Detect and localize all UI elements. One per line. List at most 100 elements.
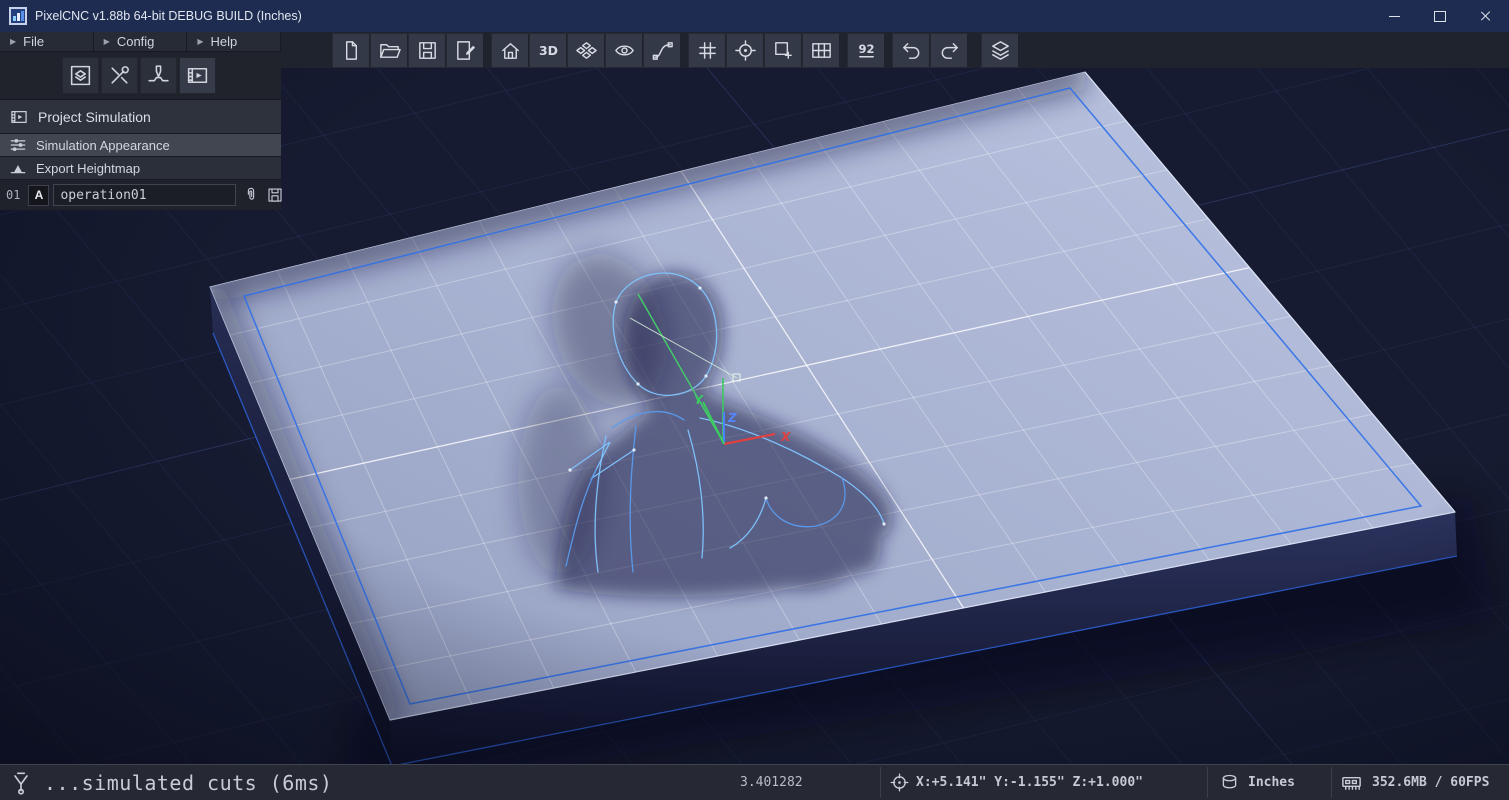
view-3d-button[interactable]: 3D <box>529 32 567 68</box>
export-heightmap-row[interactable]: Export Heightmap <box>0 157 281 180</box>
maximize-button[interactable] <box>1417 0 1463 32</box>
app-icon <box>9 7 27 25</box>
menu-config[interactable]: ▶ Config <box>93 32 188 52</box>
close-button[interactable] <box>1463 0 1509 32</box>
add-region-button[interactable] <box>764 32 802 68</box>
cutter-mode-icon <box>148 65 169 82</box>
paperclip-icon <box>248 187 255 200</box>
origin-crosshair-icon <box>734 39 756 61</box>
grid-icon <box>698 41 716 59</box>
left-panel: Project Simulation Simulation Appearance… <box>0 52 284 210</box>
svg-text:92: 92 <box>858 41 874 55</box>
operation-row: 01 A <box>0 180 284 210</box>
layer-stack-icon <box>991 40 1009 60</box>
simulation-mode-icon <box>187 67 208 84</box>
status-divider <box>880 767 881 798</box>
export-heightmap-label: Export Heightmap <box>36 160 141 176</box>
undo-icon <box>902 42 919 59</box>
units-cylinder-icon <box>1222 774 1237 789</box>
axis-y-label: Y <box>694 393 704 407</box>
home-view-button[interactable] <box>491 32 529 68</box>
close-icon <box>1480 10 1492 22</box>
add-box-icon <box>774 41 792 59</box>
eye-icon <box>614 44 634 56</box>
menu-caret-icon: ▶ <box>10 37 17 46</box>
curve-icon <box>652 41 673 60</box>
mesh-view-button[interactable] <box>567 32 605 68</box>
save-file-button[interactable] <box>408 32 446 68</box>
main-toolbar: 3D 92 <box>332 32 1026 68</box>
new-file-button[interactable] <box>332 32 370 68</box>
feed-speed-button[interactable]: 92 <box>847 32 885 68</box>
array-copy-button[interactable] <box>802 32 840 68</box>
menu-help-label: Help <box>210 34 238 49</box>
mode-simulation-button[interactable] <box>179 57 216 94</box>
maximize-icon <box>1434 10 1446 22</box>
simulation-appearance-label: Simulation Appearance <box>36 137 170 153</box>
operation-attach-button[interactable] <box>242 186 260 204</box>
layer-stack-button[interactable] <box>981 32 1019 68</box>
redo-button[interactable] <box>930 32 968 68</box>
menu-config-label: Config <box>116 34 155 49</box>
minimize-button[interactable] <box>1371 0 1417 32</box>
visibility-button[interactable] <box>605 32 643 68</box>
mode-cutter-button[interactable] <box>140 57 177 94</box>
redo-icon <box>941 42 958 59</box>
open-file-button[interactable] <box>370 32 408 68</box>
sliders-icon <box>10 139 26 151</box>
tools-mode-icon <box>111 66 129 84</box>
project-simulation-label: Project Simulation <box>38 108 151 125</box>
menu-file[interactable]: ▶ File <box>0 32 94 52</box>
axis-x-label: X <box>780 430 791 444</box>
array-grid-icon <box>811 42 831 58</box>
operation-asset-button[interactable]: A <box>28 184 50 206</box>
save-small-icon <box>268 188 283 202</box>
status-divider <box>1331 767 1332 798</box>
mode-tabs <box>0 52 281 100</box>
minimize-icon <box>1388 15 1400 17</box>
status-value: 3.401282 <box>740 775 803 790</box>
title-bar: PixelCNC v1.88b 64-bit DEBUG BUILD (Inch… <box>0 0 1509 32</box>
performance-readout: 352.6MB / 60FPS <box>1372 775 1490 790</box>
menu-bar: ▶ File ▶ Config ▶ Help <box>0 32 282 52</box>
axis-z-label: Z <box>727 411 737 425</box>
film-icon <box>11 110 27 123</box>
save-icon <box>418 41 436 59</box>
simulation-appearance-row[interactable]: Simulation Appearance <box>0 134 281 157</box>
svg-text:3D: 3D <box>539 42 558 57</box>
menu-help[interactable]: ▶ Help <box>187 32 282 52</box>
curve-edit-button[interactable] <box>643 32 681 68</box>
operation-index: 01 <box>6 188 21 202</box>
mode-layers-button[interactable] <box>62 57 99 94</box>
activity-icon <box>14 771 28 795</box>
menu-caret-icon: ▶ <box>197 37 204 46</box>
menu-caret-icon: ▶ <box>103 37 110 46</box>
edit-file-button[interactable] <box>446 32 484 68</box>
status-bar: ...simulated cuts (6ms) 3.401282 X:+5.14… <box>0 764 1509 800</box>
operation-name-input[interactable] <box>53 184 237 206</box>
open-folder-icon <box>379 43 401 58</box>
undo-button[interactable] <box>892 32 930 68</box>
home-icon <box>501 42 519 59</box>
operation-save-button[interactable] <box>266 186 284 204</box>
layers-mode-icon <box>70 65 91 86</box>
memory-icon <box>1342 776 1361 790</box>
window-title: PixelCNC v1.88b 64-bit DEBUG BUILD (Inch… <box>35 9 302 23</box>
mode-tools-button[interactable] <box>101 57 138 94</box>
crosshair-icon <box>890 773 909 792</box>
project-simulation-header[interactable]: Project Simulation <box>0 100 281 134</box>
origin-button[interactable] <box>726 32 764 68</box>
status-message: ...simulated cuts (6ms) <box>44 770 333 795</box>
mesh-icon <box>575 41 597 59</box>
3d-view-icon: 3D <box>539 42 558 57</box>
edit-document-icon <box>456 40 475 60</box>
new-file-icon <box>345 40 357 60</box>
status-divider <box>1207 767 1208 798</box>
feed-speed-icon: 92 <box>858 41 874 57</box>
pixelcnc-window: X Y Z PixelCNC v1.88b 64-bit DEBUG BUILD… <box>0 0 1509 800</box>
heightmap-icon <box>10 165 26 174</box>
menu-file-label: File <box>23 34 45 49</box>
grid-toggle-button[interactable] <box>688 32 726 68</box>
coordinates-readout: X:+5.141" Y:-1.155" Z:+1.000" <box>916 775 1143 790</box>
units-readout: Inches <box>1248 775 1295 790</box>
